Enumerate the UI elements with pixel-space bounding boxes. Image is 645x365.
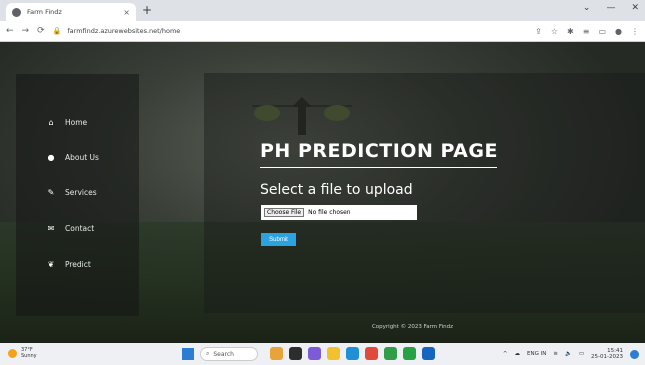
site-favicon-icon xyxy=(12,7,21,17)
windows-taskbar: 37°F Sunny ⌕ Search ^ ☁ ENG IN ≋ 🔈 ▭ 15:… xyxy=(0,343,645,365)
sidebar-item-label: Contact xyxy=(65,224,95,233)
battery-icon[interactable]: ▭ xyxy=(579,351,584,357)
reload-icon[interactable]: ⟳ xyxy=(37,26,45,36)
user-icon: ● xyxy=(47,153,55,162)
sidebar-item-contact[interactable]: ✉ Contact xyxy=(46,224,95,233)
minimize-button[interactable]: — xyxy=(606,3,615,13)
leaf-icon: ❦ xyxy=(47,260,55,269)
notification-icon[interactable] xyxy=(630,349,639,359)
title-underline xyxy=(260,167,497,168)
page-title: PH PREDICTION PAGE xyxy=(260,140,498,162)
file-input[interactable]: Choose File No file chosen xyxy=(261,205,417,220)
whatsapp-icon[interactable] xyxy=(403,347,416,360)
sidebar-item-services[interactable]: ✎ Services xyxy=(46,188,97,197)
sidebar-item-label: Services xyxy=(65,188,97,197)
sidebar-item-home[interactable]: ⌂ Home xyxy=(46,118,87,127)
windows-start-icon[interactable] xyxy=(182,348,194,360)
sidebar-item-label: Predict xyxy=(65,260,91,269)
taskbar-apps xyxy=(270,347,435,360)
window-controls: ⌄ — ✕ xyxy=(583,3,639,13)
weather-desc: Sunny xyxy=(21,353,37,359)
tab-title: Farm Findz xyxy=(27,8,62,16)
back-icon[interactable]: ← xyxy=(6,26,14,36)
chrome-icon[interactable] xyxy=(365,347,378,360)
teams-icon[interactable] xyxy=(308,347,321,360)
sidebar-item-label: About Us xyxy=(65,153,99,162)
footer-copyright: Copyright © 2023 Farm Findz xyxy=(371,324,454,330)
sun-icon xyxy=(8,348,17,358)
farmer-silhouette-illustration xyxy=(252,97,352,135)
file-explorer-icon[interactable] xyxy=(270,347,283,360)
main-panel: PH PREDICTION PAGE Select a file to uplo… xyxy=(204,73,645,313)
wifi-icon[interactable]: ≋ xyxy=(553,351,558,357)
menu-kebab-icon[interactable]: ⋮ xyxy=(631,27,639,36)
chevron-up-icon[interactable]: ^ xyxy=(503,351,508,357)
sidebar-item-label: Home xyxy=(65,118,88,127)
reading-list-icon[interactable]: ≡ xyxy=(583,27,590,36)
task-view-icon[interactable] xyxy=(289,347,302,360)
submit-button[interactable]: Submit xyxy=(261,233,296,246)
address-bar[interactable]: farmfindz.azurewebsites.net/home xyxy=(67,27,535,35)
side-panel-icon[interactable]: ▭ xyxy=(598,27,606,36)
edge-icon[interactable] xyxy=(346,347,359,360)
choose-file-button[interactable]: Choose File xyxy=(264,208,305,217)
taskbar-search[interactable]: ⌕ Search xyxy=(200,347,258,361)
extensions-icon[interactable]: ✱ xyxy=(567,27,574,36)
clock-date: 25-01-2023 xyxy=(591,354,623,360)
chrome-profile-icon[interactable] xyxy=(384,347,397,360)
upload-prompt: Select a file to upload xyxy=(260,182,413,198)
envelope-icon: ✉ xyxy=(47,224,55,233)
search-placeholder: Search xyxy=(213,350,234,358)
home-icon: ⌂ xyxy=(48,118,54,127)
volume-icon[interactable]: 🔈 xyxy=(565,351,572,357)
profile-avatar-icon[interactable]: ● xyxy=(615,27,622,36)
browser-tab-bar: Farm Findz × + ⌄ — ✕ xyxy=(0,0,645,21)
vscode-icon[interactable] xyxy=(422,347,435,360)
sidebar-item-predict[interactable]: ❦ Predict xyxy=(46,260,91,269)
weather-widget[interactable]: 37°F Sunny xyxy=(8,347,37,359)
pencil-icon: ✎ xyxy=(47,188,55,197)
sidebar-item-about[interactable]: ● About Us xyxy=(46,153,99,162)
page-background: ⌂ Home ● About Us ✎ Services ✉ Contact ❦… xyxy=(0,42,645,343)
share-icon[interactable]: ⇪ xyxy=(535,27,542,36)
lock-icon[interactable]: 🔒 xyxy=(53,27,62,35)
clock[interactable]: 15:41 25-01-2023 xyxy=(591,348,623,360)
file-status-text: No file chosen xyxy=(308,209,351,216)
folder-icon[interactable] xyxy=(327,347,340,360)
tab-close-icon[interactable]: × xyxy=(123,8,130,17)
system-tray: ^ ☁ ENG IN ≋ 🔈 ▭ 15:41 25-01-2023 xyxy=(503,348,639,360)
close-window-button[interactable]: ✕ xyxy=(631,3,639,13)
search-icon: ⌕ xyxy=(206,350,210,357)
bookmark-star-icon[interactable]: ☆ xyxy=(551,27,558,36)
new-tab-button[interactable]: + xyxy=(142,3,152,17)
forward-icon[interactable]: → xyxy=(22,26,30,36)
browser-tab[interactable]: Farm Findz × xyxy=(6,3,136,21)
toolbar-icons: ⇪ ☆ ✱ ≡ ▭ ● ⋮ xyxy=(535,27,639,36)
tab-search-icon[interactable]: ⌄ xyxy=(583,3,591,13)
cloud-icon[interactable]: ☁ xyxy=(515,351,521,357)
sidebar: ⌂ Home ● About Us ✎ Services ✉ Contact ❦… xyxy=(16,74,139,316)
browser-toolbar: ← → ⟳ 🔒 farmfindz.azurewebsites.net/home… xyxy=(0,21,645,42)
language-indicator[interactable]: ENG IN xyxy=(527,351,546,357)
